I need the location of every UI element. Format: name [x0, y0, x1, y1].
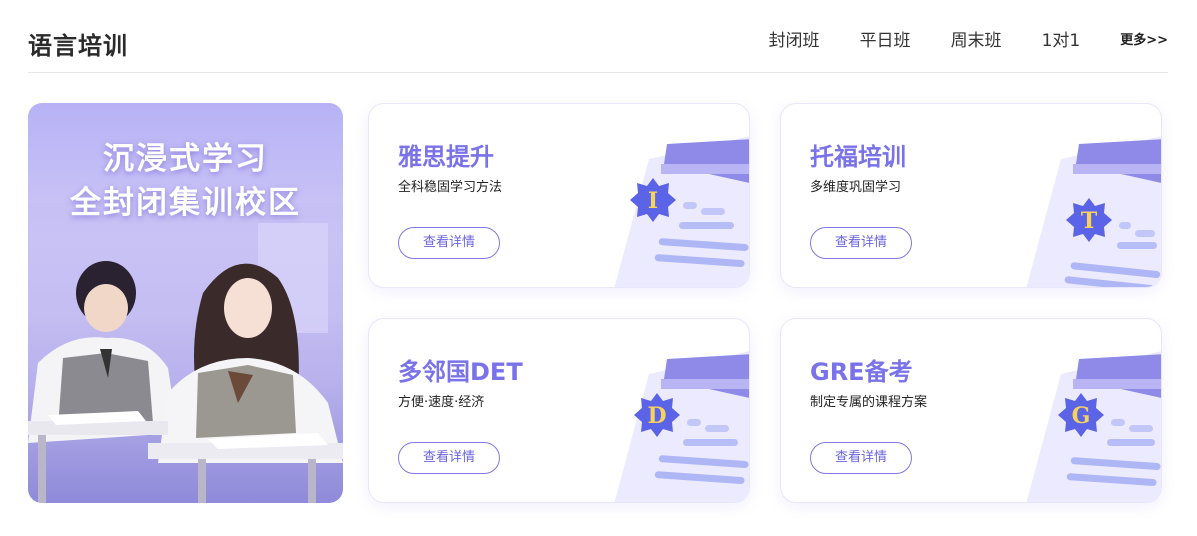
promo-banner[interactable]: 沉浸式学习 全封闭集训校区	[28, 103, 343, 503]
document-icon: T	[1026, 136, 1161, 287]
card-subtitle: 全科稳固学习方法	[398, 180, 503, 195]
banner-headline-1: 沉浸式学习	[103, 141, 268, 177]
view-details-button[interactable]: 查看详情	[810, 442, 912, 474]
card-title: 多邻国DET	[398, 358, 523, 386]
badge-letter: G	[1072, 403, 1091, 429]
course-card-toefl[interactable]: 托福培训 多维度巩固学习 查看详情 T	[780, 103, 1162, 288]
view-details-button[interactable]: 查看详情	[398, 227, 500, 259]
document-icon: D	[614, 351, 749, 502]
tab-one-on-one[interactable]: 1对1	[1042, 30, 1081, 52]
card-title: GRE备考	[810, 358, 913, 386]
document-icon: I	[614, 136, 749, 287]
section-header: 语言培训 封闭班 平日班 周末班 1对1 更多>>	[28, 0, 1168, 73]
badge-letter: T	[1081, 208, 1098, 234]
view-details-button[interactable]: 查看详情	[810, 227, 912, 259]
card-title: 托福培训	[810, 143, 906, 171]
badge-letter: D	[647, 403, 666, 429]
card-subtitle: 多维度巩固学习	[810, 180, 902, 195]
tab-weekday-class[interactable]: 平日班	[860, 30, 911, 52]
card-subtitle: 方便·速度·经济	[398, 395, 485, 410]
view-details-button[interactable]: 查看详情	[398, 442, 500, 474]
tab-closed-class[interactable]: 封闭班	[769, 30, 820, 52]
course-card-ielts[interactable]: 雅思提升 全科稳固学习方法 查看详情 I	[368, 103, 750, 288]
more-link[interactable]: 更多>>	[1120, 30, 1168, 52]
card-subtitle: 制定专属的课程方案	[810, 395, 928, 410]
tab-weekend-class[interactable]: 周末班	[951, 30, 1002, 52]
document-icon: G	[1026, 351, 1161, 502]
badge-letter: I	[648, 188, 658, 214]
course-card-det[interactable]: 多邻国DET 方便·速度·经济 查看详情 D	[368, 318, 750, 503]
section-title: 语言培训	[28, 32, 128, 60]
card-title: 雅思提升	[398, 143, 494, 171]
course-card-gre[interactable]: GRE备考 制定专属的课程方案 查看详情 G	[780, 318, 1162, 503]
banner-headline-2: 全封闭集训校区	[70, 185, 301, 221]
category-tabs: 封闭班 平日班 周末班 1对1 更多>>	[769, 30, 1168, 52]
